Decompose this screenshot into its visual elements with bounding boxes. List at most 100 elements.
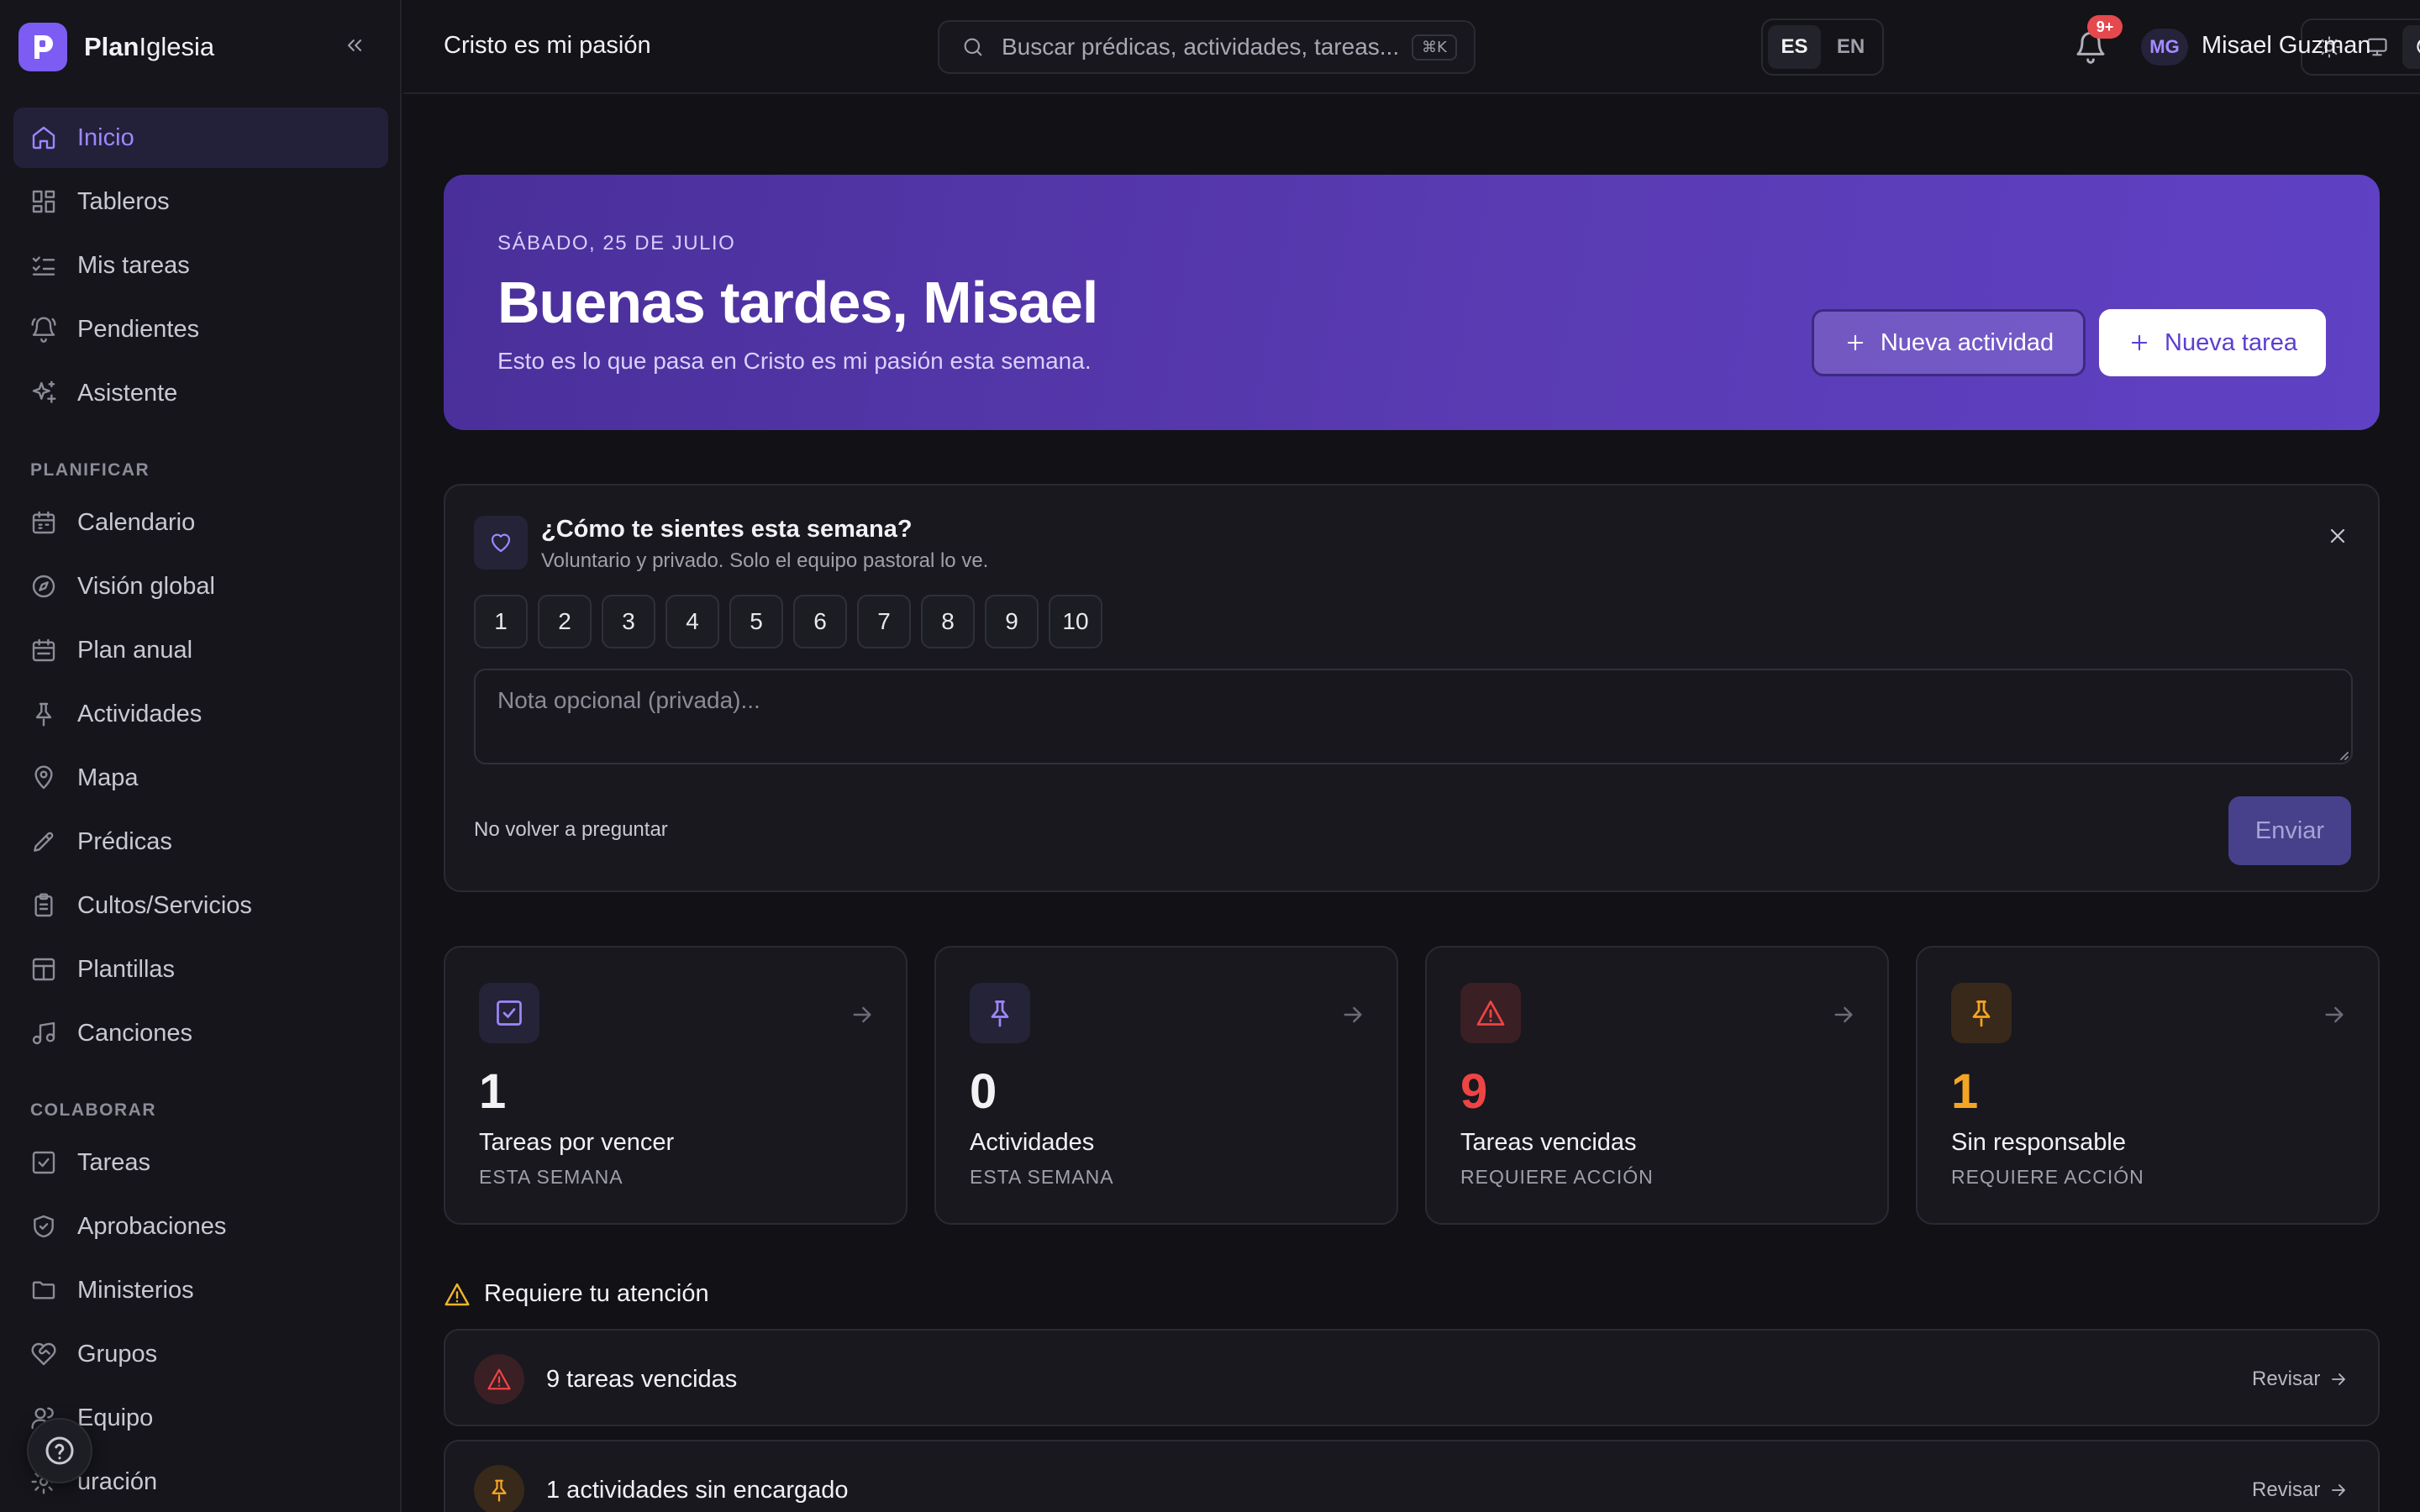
- stat-sublabel: REQUIERE ACCIÓN: [1460, 1166, 1654, 1188]
- sidebar-item-mapa[interactable]: Mapa: [13, 748, 388, 808]
- sidebar-item-label: Inicio: [77, 123, 134, 151]
- search-shortcut: ⌘K: [1412, 34, 1457, 60]
- sidebar-item-ministerios[interactable]: Ministerios: [13, 1260, 388, 1320]
- review-link[interactable]: Revisar: [2252, 1368, 2349, 1391]
- lang-en-button[interactable]: EN: [1824, 25, 1877, 69]
- sidebar-item-vision-global[interactable]: Visión global: [13, 556, 388, 617]
- sidebar-nav: Inicio Tableros Mis tareas Pendientes As…: [13, 108, 388, 1512]
- mood-scale-option[interactable]: 1: [474, 595, 528, 648]
- mood-note-field[interactable]: [474, 669, 2353, 764]
- stat-value: 0: [970, 1064, 997, 1119]
- help-circle-icon: [45, 1436, 74, 1465]
- attention-row-unassigned[interactable]: 1 actividades sin encargado Revisar: [444, 1440, 2380, 1512]
- folder-icon: [32, 1281, 55, 1299]
- pen-icon: [34, 832, 54, 852]
- mood-subtitle: Voluntario y privado. Solo el equipo pas…: [541, 549, 989, 572]
- sidebar-item-tareas[interactable]: Tareas: [13, 1132, 388, 1193]
- sidebar-item-predicas[interactable]: Prédicas: [13, 811, 388, 872]
- pin-icon: [970, 983, 1030, 1043]
- welcome-banner: SÁBADO, 25 DE JULIO Buenas tardes, Misae…: [444, 175, 2380, 430]
- stat-card-overdue-tasks[interactable]: 9 Tareas vencidas REQUIERE ACCIÓN: [1425, 946, 1889, 1225]
- mood-scale-option[interactable]: 9: [985, 595, 1039, 648]
- arrow-right-icon: [2332, 1373, 2346, 1385]
- stat-label: Tareas por vencer: [479, 1129, 675, 1156]
- sidebar-item-label: Mis tareas: [77, 251, 190, 279]
- pin-icon: [35, 702, 52, 727]
- new-activity-button[interactable]: Nueva actividad: [1812, 309, 2086, 376]
- lang-es-button[interactable]: ES: [1768, 25, 1821, 69]
- stat-value: 1: [1951, 1064, 1979, 1119]
- mood-scale: 1 2 3 4 5 6 7 8 9 10: [474, 595, 1102, 648]
- mood-scale-option[interactable]: 8: [921, 595, 975, 648]
- user-name[interactable]: Misael Guzman: [2202, 32, 2370, 60]
- sidebar: PlanIglesia Inicio Tableros Mis tareas P…: [0, 0, 402, 1512]
- sidebar-item-pendientes[interactable]: Pendientes: [13, 299, 388, 360]
- new-task-button[interactable]: Nueva tarea: [2099, 309, 2326, 376]
- sidebar-item-label: Asistente: [77, 379, 178, 407]
- bell-ring-icon: [31, 317, 56, 343]
- mood-scale-option[interactable]: 7: [857, 595, 911, 648]
- sidebar-item-label: Calendario: [77, 508, 196, 536]
- attention-row-overdue[interactable]: 9 tareas vencidas Revisar: [444, 1329, 2380, 1426]
- square-check-icon: [32, 1151, 55, 1174]
- heart-icon: [474, 516, 528, 570]
- help-button[interactable]: [27, 1418, 92, 1483]
- mood-scale-option[interactable]: 5: [729, 595, 783, 648]
- avatar[interactable]: MG: [2141, 29, 2188, 66]
- alert-triangle-icon: [445, 1283, 470, 1305]
- attention-row-text: 1 actividades sin encargado: [546, 1477, 849, 1504]
- mood-scale-option[interactable]: 10: [1049, 595, 1102, 648]
- dont-ask-again-link[interactable]: No volver a preguntar: [474, 818, 668, 842]
- sidebar-item-label: Ministerios: [77, 1276, 194, 1304]
- pin-icon: [1951, 983, 2012, 1043]
- music-icon: [32, 1021, 55, 1045]
- language-switch: ES EN: [1761, 18, 1884, 76]
- send-button[interactable]: Enviar: [2228, 796, 2351, 865]
- mood-scale-option[interactable]: 4: [666, 595, 719, 648]
- map-pin-icon: [34, 765, 53, 790]
- organization-name[interactable]: Cristo es mi pasión: [444, 32, 651, 60]
- sidebar-item-mis-tareas[interactable]: Mis tareas: [13, 235, 388, 296]
- new-activity-label: Nueva actividad: [1880, 328, 2054, 356]
- stat-card-unassigned[interactable]: 1 Sin responsable REQUIERE ACCIÓN: [1916, 946, 2380, 1225]
- stat-card-tasks-due[interactable]: 1 Tareas por vencer ESTA SEMANA: [444, 946, 908, 1225]
- sidebar-item-plantillas[interactable]: Plantillas: [13, 939, 388, 1000]
- collapse-sidebar-icon[interactable]: [339, 30, 370, 60]
- sidebar-item-inicio[interactable]: Inicio: [13, 108, 388, 168]
- moon-icon: [2417, 39, 2420, 54]
- shield-check-icon: [34, 1215, 54, 1238]
- home-icon: [32, 126, 55, 150]
- sidebar-item-calendario[interactable]: Calendario: [13, 492, 388, 553]
- current-date: SÁBADO, 25 DE JULIO: [497, 232, 736, 255]
- mood-scale-option[interactable]: 3: [602, 595, 655, 648]
- plus-icon: [2131, 334, 2148, 351]
- sidebar-item-asistente[interactable]: Asistente: [13, 363, 388, 423]
- search-box[interactable]: ⌘K: [938, 20, 1476, 74]
- stat-value: 1: [479, 1064, 507, 1119]
- sidebar-item-cultos-servicios[interactable]: Cultos/Servicios: [13, 875, 388, 936]
- resize-grip-icon[interactable]: [2336, 748, 2349, 761]
- notification-count-badge: 9+: [2087, 15, 2123, 39]
- sidebar-item-aprobaciones[interactable]: Aprobaciones: [13, 1196, 388, 1257]
- sidebar-item-canciones[interactable]: Canciones: [13, 1003, 388, 1063]
- stat-sublabel: ESTA SEMANA: [479, 1166, 623, 1188]
- heart-handshake-icon: [31, 1342, 56, 1366]
- sidebar-item-grupos[interactable]: Grupos: [13, 1324, 388, 1384]
- search-input[interactable]: [1002, 34, 1405, 60]
- greeting-title: Buenas tardes, Misael: [497, 270, 1098, 335]
- theme-dark-button[interactable]: [2402, 25, 2420, 69]
- nav-section-colaborar: COLABORAR: [30, 1100, 156, 1120]
- sidebar-item-plan-anual[interactable]: Plan anual: [13, 620, 388, 680]
- stat-label: Actividades: [970, 1129, 1095, 1156]
- mood-scale-option[interactable]: 2: [538, 595, 592, 648]
- sidebar-item-tableros[interactable]: Tableros: [13, 171, 388, 232]
- sidebar-item-actividades[interactable]: Actividades: [13, 684, 388, 744]
- close-icon[interactable]: [2321, 519, 2354, 553]
- brand[interactable]: PlanIglesia: [18, 22, 214, 72]
- sidebar-item-label: Cultos/Servicios: [77, 891, 252, 919]
- mood-scale-option[interactable]: 6: [793, 595, 847, 648]
- calendar-icon: [32, 511, 55, 534]
- review-link[interactable]: Revisar: [2252, 1478, 2349, 1502]
- stat-card-activities[interactable]: 0 Actividades ESTA SEMANA: [934, 946, 1398, 1225]
- sidebar-item-label: uración: [77, 1467, 158, 1495]
